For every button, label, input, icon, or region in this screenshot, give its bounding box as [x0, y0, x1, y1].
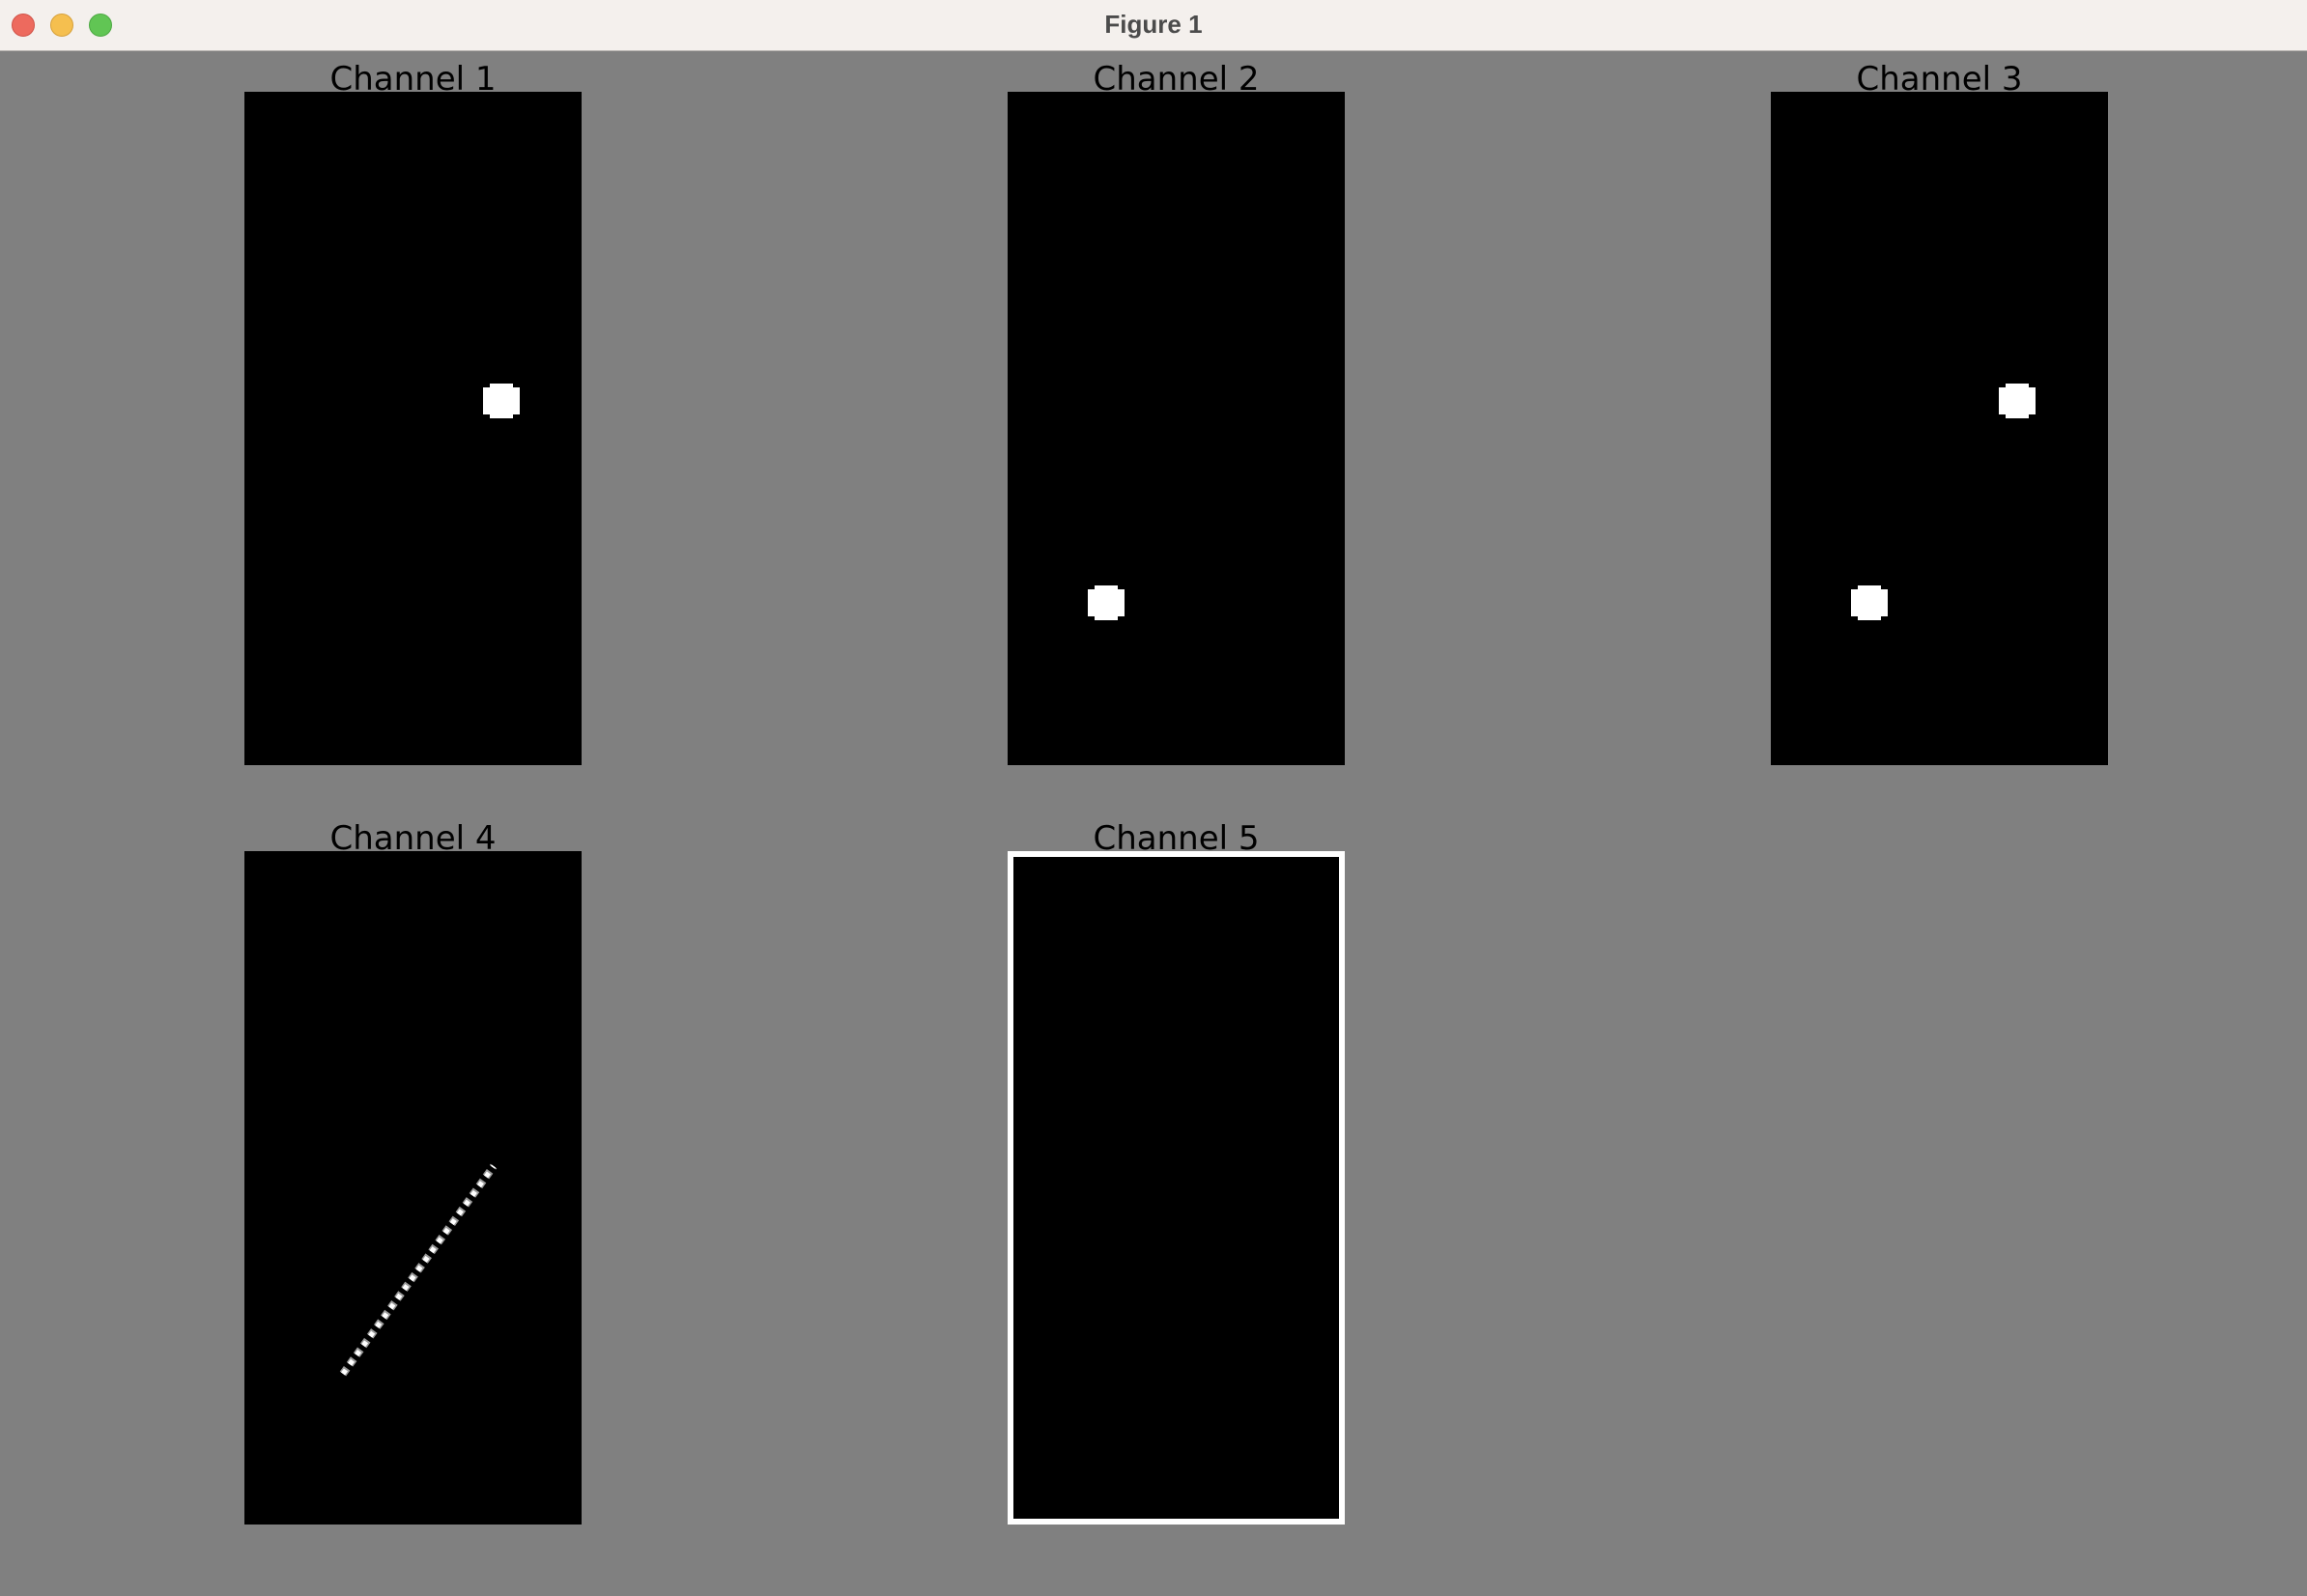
title-bar[interactable]: Figure 1 — [0, 0, 2307, 51]
panel-channel-3[interactable] — [1771, 92, 2108, 765]
panel-title-channel-2: Channel 2 — [1093, 60, 1260, 99]
window-title: Figure 1 — [1104, 10, 1203, 39]
channel-5-image — [1013, 857, 1339, 1519]
channel-4-image — [339, 1163, 498, 1377]
diagonal-line-marker — [339, 1163, 498, 1377]
panel-channel-2[interactable] — [1008, 92, 1345, 765]
panel-title-channel-5: Channel 5 — [1093, 819, 1260, 858]
panel-channel-4[interactable] — [244, 851, 582, 1525]
panel-channel-1[interactable] — [244, 92, 582, 765]
figure-window: Figure 1 Channel 1 Channel 2 Channel 3 C… — [0, 0, 2307, 1596]
channel-1-image — [483, 384, 520, 418]
channel-3-image — [1851, 384, 2036, 620]
figure-canvas[interactable]: Channel 1 Channel 2 Channel 3 Channel 4 … — [0, 52, 2307, 1596]
panel-title-channel-4: Channel 4 — [329, 819, 497, 858]
blob-marker — [483, 384, 520, 418]
panel-title-channel-3: Channel 3 — [1856, 60, 2023, 99]
panel-channel-5[interactable] — [1008, 851, 1345, 1525]
blob-marker — [1088, 585, 1125, 620]
panel-title-channel-1: Channel 1 — [329, 60, 497, 99]
blob-marker — [1999, 384, 2036, 418]
blob-marker — [1851, 585, 1888, 620]
channel-2-image — [1088, 585, 1125, 620]
